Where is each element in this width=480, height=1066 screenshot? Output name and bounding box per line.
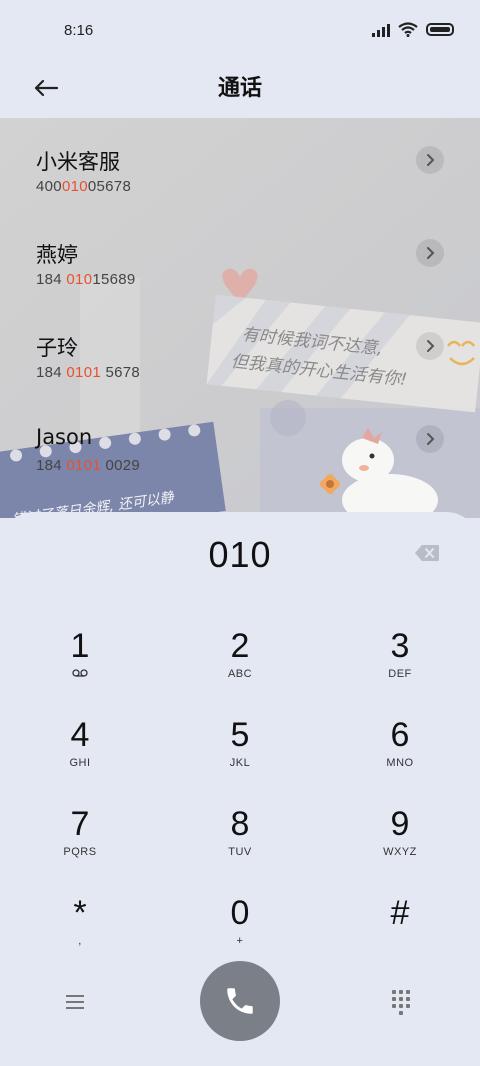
app-bar: 通话 — [0, 62, 480, 118]
status-bar: 8:16 — [0, 0, 480, 62]
wifi-icon — [398, 22, 418, 37]
key-letters: DEF — [388, 668, 412, 680]
key-9[interactable]: 9 WXYZ — [340, 804, 460, 884]
contact-details-button[interactable] — [416, 239, 444, 267]
contact-item[interactable]: 子玲 184 0101 5678 — [0, 304, 480, 396]
signal-icon — [372, 23, 390, 37]
contact-number: 40001005678 — [36, 178, 132, 195]
contact-item[interactable]: 燕婷 184 01015689 — [0, 211, 480, 303]
page-title: 通话 — [217, 76, 262, 101]
dialpad-panel: 010 1 2 ABC 3 DEF 4 GHI 5 JKL 6 MNO 7 PQ… — [0, 512, 480, 1066]
key-2[interactable]: 2 ABC — [180, 626, 300, 706]
battery-icon — [426, 23, 454, 36]
key-digit: 9 — [390, 805, 410, 843]
key-letters: GHI — [69, 757, 91, 769]
backspace-icon[interactable] — [414, 544, 440, 562]
chevron-right-icon — [427, 247, 435, 259]
key-letters: PQRS — [63, 846, 97, 858]
contact-number: 184 0101 0029 — [36, 457, 141, 474]
chevron-right-icon — [427, 340, 435, 352]
key-digit: 0 — [230, 894, 250, 932]
key-8[interactable]: 8 TUV — [180, 804, 300, 884]
key-7[interactable]: 7 PQRS — [20, 804, 140, 884]
key-letters: + — [236, 935, 244, 947]
dialpad-icon[interactable] — [392, 990, 412, 1015]
key-hash[interactable]: # — [340, 893, 460, 973]
key-letters: , — [78, 935, 82, 947]
contact-name: 小米客服 — [36, 150, 120, 174]
key-digit: 5 — [230, 716, 250, 754]
key-letters: WXYZ — [383, 846, 417, 858]
matched-contacts-list: 有时候我词不达意, 但我真的开心生活有你! 错过了落日余辉, 还可以静 小米客服… — [0, 118, 480, 518]
call-button[interactable] — [200, 961, 280, 1041]
key-digit: * — [73, 894, 87, 932]
key-digit: # — [390, 894, 410, 932]
key-digit: 1 — [70, 627, 90, 665]
key-letters: MNO — [386, 757, 414, 769]
contact-details-button[interactable] — [416, 425, 444, 453]
menu-icon[interactable] — [66, 990, 90, 1014]
contact-name: 子玲 — [36, 336, 78, 360]
key-4[interactable]: 4 GHI — [20, 715, 140, 795]
contact-name: 燕婷 — [36, 243, 78, 267]
status-time: 8:16 — [64, 22, 94, 39]
contact-number: 184 01015689 — [36, 271, 136, 288]
key-digit: 6 — [390, 716, 410, 754]
key-digit: 2 — [230, 627, 250, 665]
contact-item[interactable]: 小米客服 40001005678 — [0, 118, 480, 210]
contact-item[interactable]: Jason 184 0101 0029 — [0, 397, 480, 489]
key-digit: 4 — [70, 716, 90, 754]
dialed-number: 010 — [208, 534, 272, 575]
key-digit: 3 — [390, 627, 410, 665]
contact-name: Jason — [36, 425, 93, 449]
key-letters: ABC — [227, 668, 253, 680]
key-digit: 8 — [230, 805, 250, 843]
contact-details-button[interactable] — [416, 146, 444, 174]
contact-details-button[interactable] — [416, 332, 444, 360]
chevron-right-icon — [427, 154, 435, 166]
key-letters: JKL — [229, 757, 251, 769]
key-letters: TUV — [228, 846, 252, 858]
key-star[interactable]: * , — [20, 893, 140, 973]
key-5[interactable]: 5 JKL — [180, 715, 300, 795]
key-3[interactable]: 3 DEF — [340, 626, 460, 706]
phone-icon — [227, 988, 253, 1014]
voicemail-icon — [20, 668, 140, 680]
status-icons — [372, 22, 454, 37]
key-1[interactable]: 1 — [20, 626, 140, 706]
key-6[interactable]: 6 MNO — [340, 715, 460, 795]
key-digit: 7 — [70, 805, 90, 843]
contact-number: 184 0101 5678 — [36, 364, 141, 381]
chevron-right-icon — [427, 433, 435, 445]
